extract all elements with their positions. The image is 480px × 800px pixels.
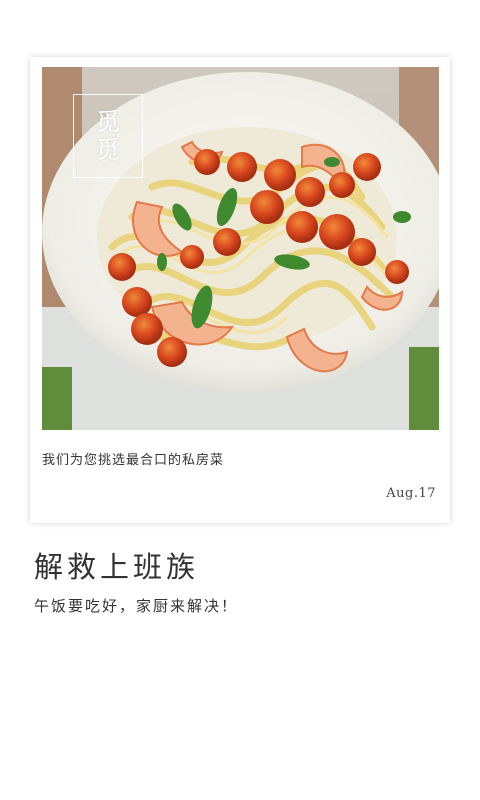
subheadline: 午饭要吃好，家厨来解决！ xyxy=(34,597,239,615)
splash-screen: 觅 觅 我们为您挑选最合口的私房菜 Aug.17 解救上班族 午饭要吃好，家厨来… xyxy=(0,0,480,800)
brand-char: 觅 xyxy=(96,108,120,136)
headline: 解救上班族 xyxy=(34,550,200,584)
polaroid-card: 觅 觅 我们为您挑选最合口的私房菜 Aug.17 xyxy=(30,57,450,523)
date-label: Aug.17 xyxy=(386,486,436,501)
food-photo: 觅 觅 xyxy=(42,67,439,430)
brand-char: 觅 xyxy=(96,136,120,164)
photo-caption: 我们为您挑选最合口的私房菜 xyxy=(42,453,225,468)
brand-logo: 觅 觅 xyxy=(73,94,143,178)
